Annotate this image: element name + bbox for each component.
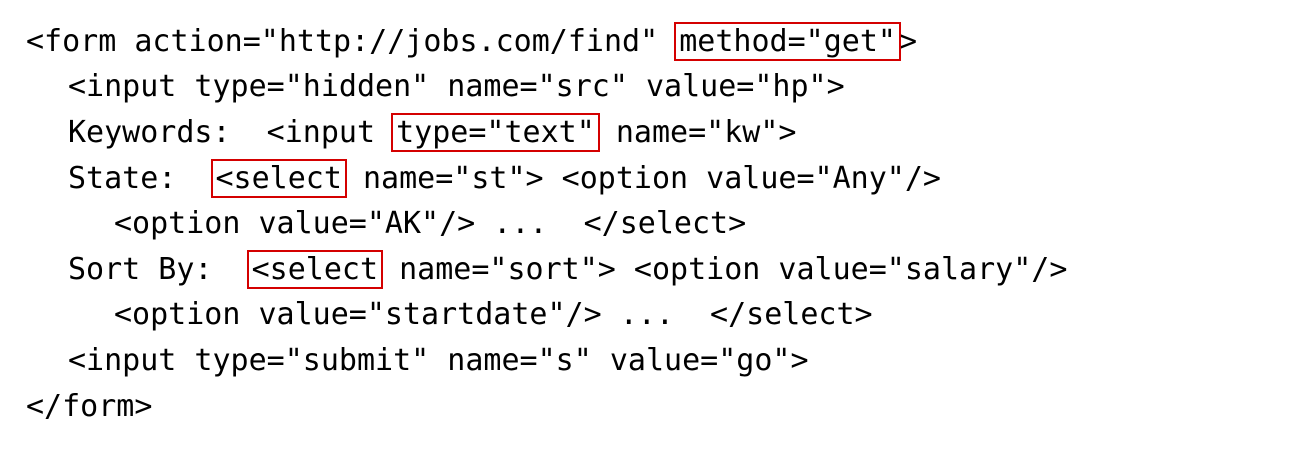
code-line-form-close: </form> [26, 388, 152, 426]
code-text: <form action="http://jobs.com/find" [26, 24, 677, 59]
code-line-form-open: <form action="http://jobs.com/find" meth… [26, 22, 918, 61]
code-text: State: [68, 161, 213, 196]
code-line-sort-options: <option value="startdate"/> ... </select… [114, 296, 873, 334]
code-text: </form> [26, 389, 153, 424]
code-line-keywords-input: Keywords: <input type="text" name="kw"> [68, 113, 797, 152]
code-text: <option value="startdate"/> ... </select… [114, 297, 873, 332]
highlighted-type-text-attribute: type="text" [391, 113, 600, 152]
code-text: name="kw"> [597, 115, 797, 150]
code-line-sort-select: Sort By: <select name="sort"> <option va… [68, 250, 1068, 289]
code-text: name="st"> <option value="Any"/> [344, 161, 941, 196]
highlighted-method-attribute: method="get" [674, 22, 901, 61]
code-text: <option value="AK"/> ... </select> [114, 206, 747, 241]
highlighted-sort-select-tag: <select [246, 250, 384, 289]
code-text: > [898, 24, 918, 59]
code-line-submit-input: <input type="submit" name="s" value="go"… [68, 342, 809, 380]
code-text: Sort By: [68, 252, 249, 287]
html-form-code-listing: <form action="http://jobs.com/find" meth… [0, 0, 1289, 451]
code-line-state-select: State: <select name="st"> <option value=… [68, 159, 941, 198]
code-line-hidden-input: <input type="hidden" name="src" value="h… [68, 68, 845, 106]
code-text: name="sort"> <option value="salary"/> [381, 252, 1068, 287]
highlighted-state-select-tag: <select [210, 159, 347, 198]
code-text: <input type="submit" name="s" value="go"… [68, 343, 809, 378]
code-line-state-options: <option value="AK"/> ... </select> [114, 205, 746, 243]
code-text: Keywords: <input [68, 115, 394, 150]
code-text: <input type="hidden" name="src" value="h… [68, 69, 845, 104]
